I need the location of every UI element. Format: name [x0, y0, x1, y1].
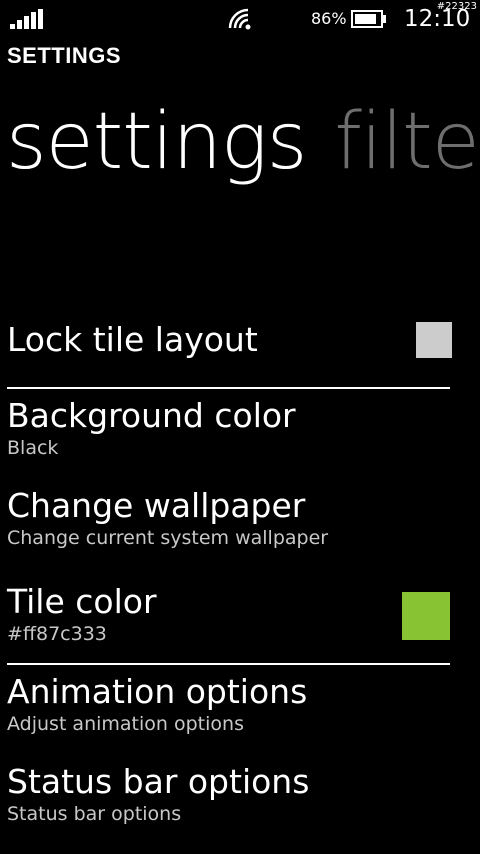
setting-animation-options[interactable]: Animation options Adjust animation optio…: [7, 672, 467, 736]
tile-color-swatch[interactable]: [402, 592, 450, 640]
setting-title: Tile color: [7, 582, 157, 621]
app-title: SETTINGS: [7, 43, 122, 68]
setting-title: Animation options: [7, 672, 308, 711]
setting-lock-tile-layout[interactable]: Lock tile layout: [7, 320, 467, 360]
setting-title: Change wallpaper: [7, 486, 306, 525]
setting-title: Lock tile layout: [7, 320, 258, 359]
setting-subtitle: #ff87c333: [7, 623, 107, 645]
pivot-tab-filters[interactable]: filters: [334, 97, 480, 187]
pivot-tab-settings[interactable]: settings: [6, 97, 307, 187]
setting-change-wallpaper[interactable]: Change wallpaper Change current system w…: [7, 486, 467, 550]
divider: [7, 387, 450, 389]
setting-title: Status bar options: [7, 762, 310, 801]
overlay-tag: #22323: [436, 1, 477, 12]
setting-status-bar-options[interactable]: Status bar options Status bar options: [7, 762, 467, 826]
setting-background-color[interactable]: Background color Black: [7, 396, 467, 460]
setting-subtitle: Adjust animation options: [7, 713, 244, 735]
setting-subtitle: Change current system wallpaper: [7, 527, 329, 549]
battery-icon: [351, 10, 386, 28]
setting-tile-color[interactable]: Tile color #ff87c333: [7, 582, 467, 646]
signal-strength-icon: [10, 9, 43, 29]
status-bar: 86% 12:10 #22323: [0, 0, 480, 40]
setting-title: Background color: [7, 396, 296, 435]
setting-subtitle: Status bar options: [7, 803, 182, 825]
wifi-icon: [228, 8, 251, 30]
setting-subtitle: Black: [7, 437, 59, 459]
lock-tile-layout-checkbox[interactable]: [416, 322, 452, 358]
battery-percentage: 86%: [311, 9, 347, 28]
divider: [7, 663, 450, 665]
pivot-header: settings filters: [6, 92, 480, 202]
